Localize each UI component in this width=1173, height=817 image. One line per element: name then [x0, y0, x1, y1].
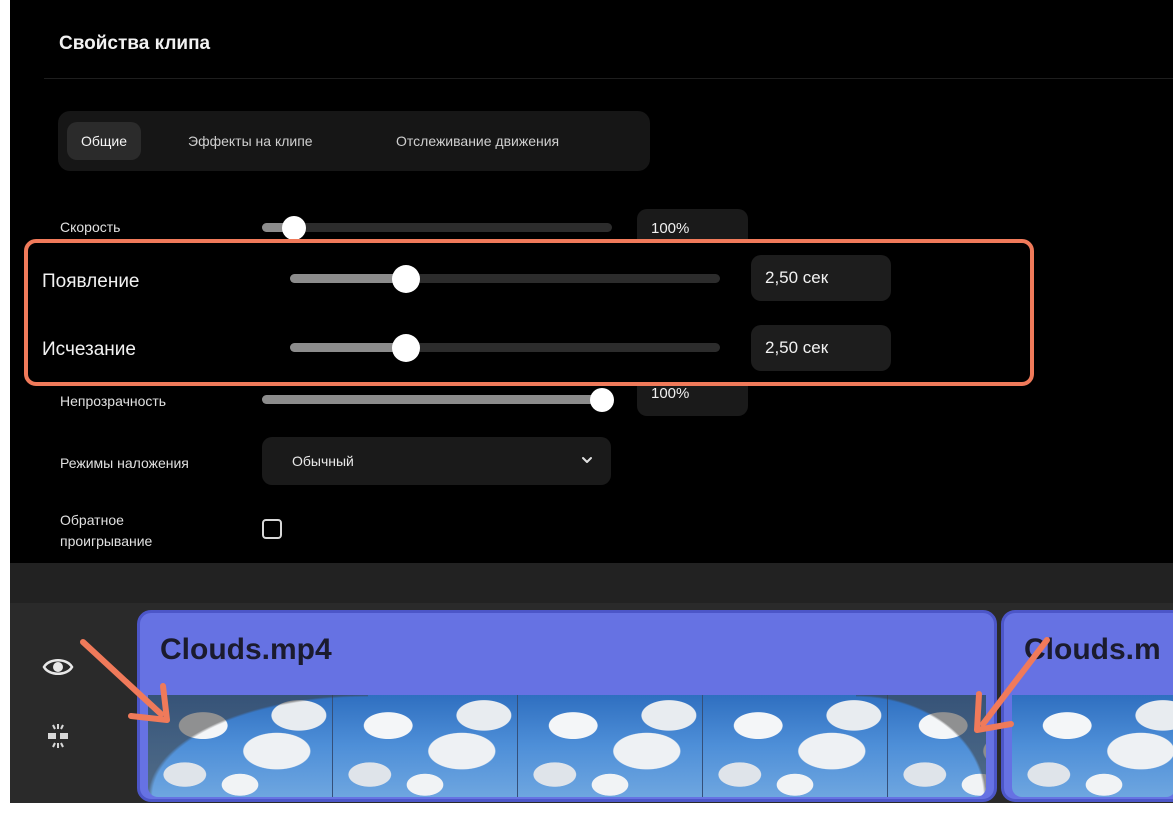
opacity-slider-thumb[interactable]	[590, 387, 614, 412]
speed-label: Скорость	[60, 219, 121, 235]
tab-motion-tracking[interactable]: Отслеживание движения	[382, 122, 573, 160]
fade-out-label: Исчезание	[42, 339, 136, 360]
fade-in-value-field[interactable]: 2,50 сек	[751, 255, 891, 301]
fade-settings-highlight: Появление 2,50 сек Исчезание 2,50 сек	[24, 239, 1034, 386]
clip-name: Clouds.mp4	[160, 633, 332, 666]
timeline-header-bar	[10, 563, 1173, 603]
title-divider	[44, 78, 1173, 79]
fade-in-slider-thumb[interactable]	[392, 264, 421, 293]
arrow-annotation-fade-in	[80, 639, 170, 723]
fade-out-slider-thumb[interactable]	[392, 333, 421, 362]
reverse-label-line1: Обратное	[60, 512, 124, 528]
reverse-playback-checkbox[interactable]	[262, 519, 282, 539]
tab-general[interactable]: Общие	[67, 122, 142, 160]
reverse-label-line2: проигрывание	[60, 533, 153, 549]
fade-in-curve	[148, 695, 368, 797]
opacity-slider[interactable]	[262, 387, 614, 412]
fade-out-slider[interactable]	[290, 333, 720, 362]
timeline-clip[interactable]: Clouds.mp4	[137, 610, 997, 802]
clip-frame	[518, 695, 703, 797]
speed-slider[interactable]	[262, 215, 612, 240]
fade-in-slider[interactable]	[290, 264, 720, 293]
fade-in-label: Появление	[42, 271, 140, 292]
opacity-label: Непрозрачность	[60, 393, 167, 409]
fade-in-slider-fill	[290, 274, 407, 283]
tab-bar: Общие Эффекты на клипе Отслеживание движ…	[58, 111, 650, 171]
panel-title: Свойства клипа	[59, 33, 211, 54]
eye-icon[interactable]	[42, 656, 74, 678]
opacity-slider-fill	[262, 395, 602, 404]
reverse-playback-label: Обратное проигрывание	[60, 510, 152, 552]
speed-slider-thumb[interactable]	[281, 215, 306, 240]
timeline-bottom-edge	[10, 803, 1173, 817]
tab-clip-effects[interactable]: Эффекты на клипе	[174, 122, 327, 160]
blend-mode-select[interactable]: Обычный	[262, 437, 611, 485]
chevron-down-icon	[582, 457, 592, 463]
clip-thumbnails	[148, 695, 986, 797]
arrow-annotation-fade-out	[974, 637, 1050, 733]
blend-mode-label: Режимы наложения	[60, 455, 189, 471]
split-clip-icon[interactable]	[45, 723, 71, 749]
blend-mode-value: Обычный	[292, 453, 354, 469]
fade-out-slider-fill	[290, 343, 407, 352]
fade-out-value-field[interactable]: 2,50 сек	[751, 325, 891, 371]
